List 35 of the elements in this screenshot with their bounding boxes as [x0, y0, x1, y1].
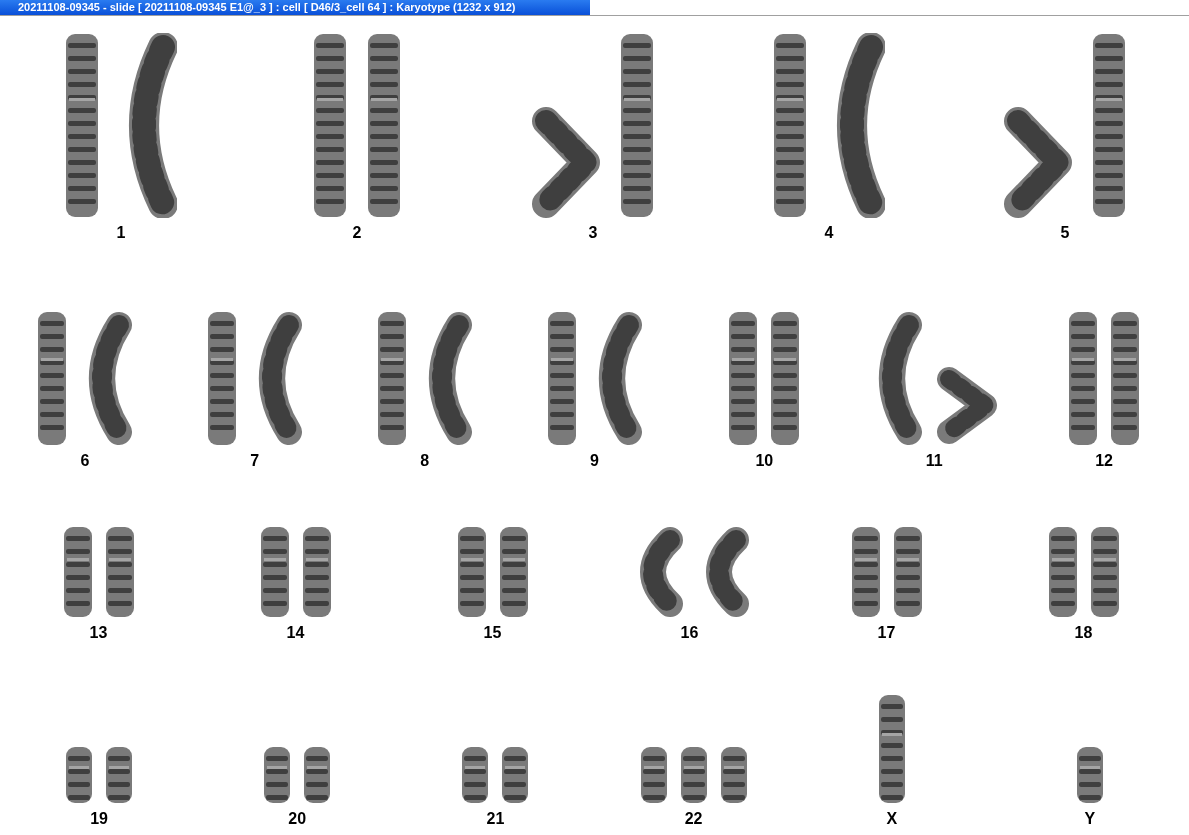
chromosome: [639, 746, 668, 804]
chromosome: [303, 746, 332, 804]
chromosome-label: 17: [877, 624, 896, 642]
chromosome-label: 9: [590, 452, 599, 470]
chromosome: [263, 746, 292, 804]
chromosome: [719, 746, 748, 804]
chromosome: [501, 746, 530, 804]
chromosome-label: 16: [680, 624, 699, 642]
chromosome-label: 19: [90, 810, 108, 828]
chromosome-label: 6: [80, 452, 90, 470]
chromosome-label: 12: [1095, 452, 1113, 470]
chromosome-label: Y: [1084, 810, 1096, 828]
chromosome-label: 21: [486, 810, 505, 828]
chromosome-label: 13: [89, 624, 108, 642]
chromosome: [1075, 746, 1104, 804]
chromosome-label: 20: [288, 810, 307, 828]
chromosome-label: 18: [1074, 624, 1093, 642]
chromosome-label: 1: [116, 224, 126, 242]
chromosome-label: 15: [483, 624, 502, 642]
chromosome: [65, 746, 94, 804]
window-title: 20211108-09345 - slide [ 20211108-09345 E1@_3 ] : cell [ D46/3_cell 64 ] : Karyotype (1232 x 912): [0, 0, 590, 15]
chromosome-label: 14: [286, 624, 305, 642]
chromosome-label: 10: [755, 452, 774, 470]
chromosome-label: 3: [588, 224, 598, 242]
chromosome-label: 4: [824, 224, 834, 242]
chromosome: [105, 746, 134, 804]
chromosome-label: 2: [352, 224, 362, 242]
chromosome-label: 7: [250, 452, 260, 470]
chromosome-label: 5: [1060, 224, 1070, 242]
chromosome-label: 11: [925, 452, 943, 470]
chromosome-label: 8: [420, 452, 430, 470]
chromosome: [461, 746, 490, 804]
chromosome: [679, 746, 708, 804]
chromosome-label: X: [886, 810, 898, 828]
chromosome-label: 22: [684, 810, 703, 828]
